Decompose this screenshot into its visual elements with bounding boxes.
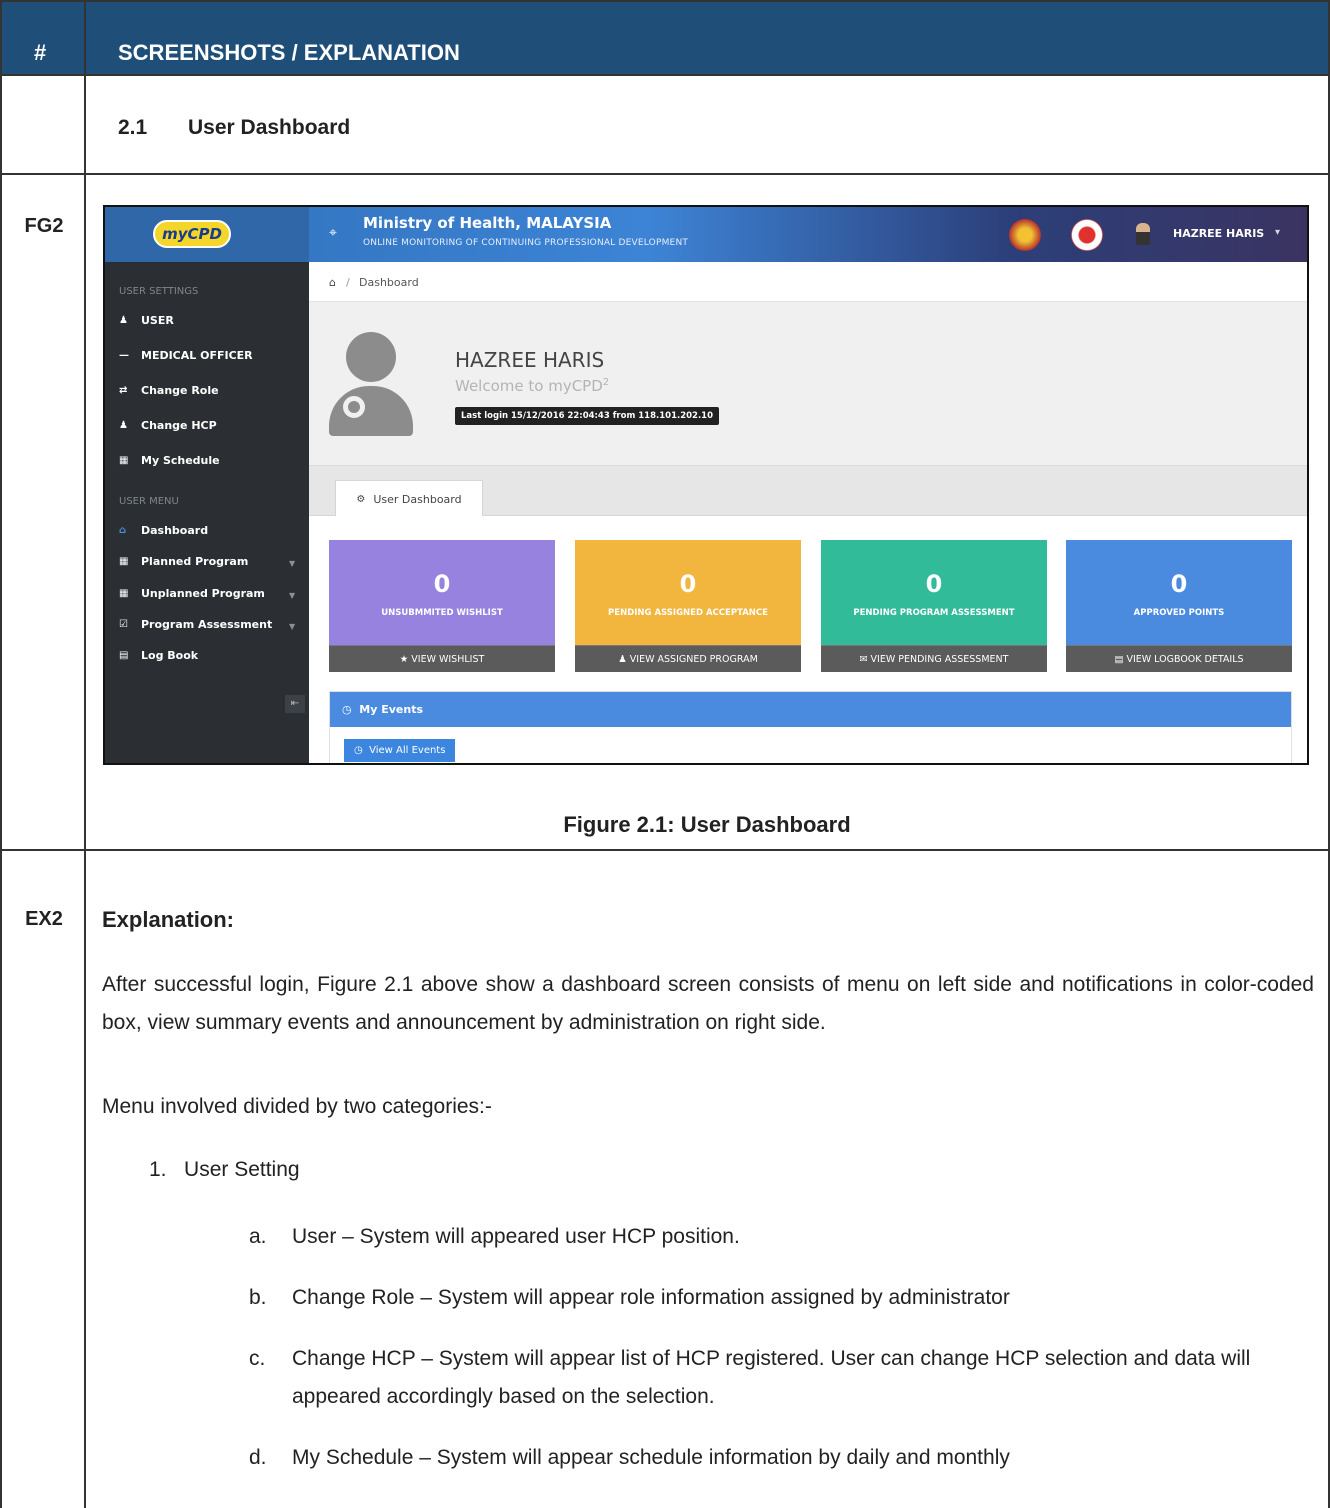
sub-item-change-hcp: c. Change HCP – System will appear list o…: [249, 1347, 1251, 1408]
table-header-row: # SCREENSHOTS / EXPLANATION: [2, 0, 1328, 76]
view-wishlist-button[interactable]: ★ VIEW WISHLIST: [329, 645, 555, 672]
sidebar-collapse-icon[interactable]: ⇤: [285, 695, 305, 713]
sidebar-item-my-schedule[interactable]: ▦ My Schedule: [119, 454, 220, 467]
malaysia-emblem-icon: [1009, 219, 1041, 251]
menu-toggle-icon[interactable]: ⌖: [329, 225, 337, 241]
book-icon: ▤: [119, 650, 129, 661]
check-square-icon: ☑: [119, 619, 128, 630]
stat-value: 0: [1170, 570, 1188, 598]
chevron-down-icon[interactable]: ▼: [289, 559, 295, 568]
stat-label: UNSUBMMITED WISHLIST: [381, 608, 503, 618]
book-icon: ▤: [1114, 654, 1124, 665]
caret-down-icon[interactable]: ▾: [1275, 227, 1280, 238]
dashboard-screenshot: myCPD ⌖ Ministry of Health, MALAYSIA ONL…: [103, 205, 1309, 765]
view-logbook-details-button[interactable]: ▤ VIEW LOGBOOK DETAILS: [1066, 645, 1292, 672]
sidebar-item-dashboard[interactable]: ⌂ Dashboard: [119, 524, 208, 537]
doctor-avatar-icon: [329, 332, 413, 436]
sub-item-change-role: b. Change Role – System will appear role …: [249, 1286, 1010, 1309]
stat-box-wishlist: 0 UNSUBMMITED WISHLIST ★ VIEW WISHLIST: [329, 540, 555, 672]
section-row: 2.1 User Dashboard: [2, 76, 1328, 175]
exchange-icon: ⇄: [119, 385, 128, 396]
stat-label: PENDING ASSIGNED ACCEPTANCE: [608, 608, 768, 618]
list-item-user-setting: 1. User Setting: [149, 1158, 300, 1181]
home-icon[interactable]: ⌂: [329, 276, 336, 289]
tab-user-dashboard[interactable]: ⚙ User Dashboard: [335, 480, 483, 517]
stat-box-assessment: 0 PENDING PROGRAM ASSESSMENT ✉ VIEW PENDI…: [821, 540, 1047, 672]
explanation-label: EX2: [25, 908, 63, 930]
explanation-row: EX2 Explanation: After successful login,…: [2, 851, 1328, 1508]
explanation-title: Explanation:: [102, 907, 235, 932]
calendar-icon: ▦: [119, 588, 129, 599]
chevron-down-icon[interactable]: ▼: [289, 591, 295, 600]
stat-label: PENDING PROGRAM ASSESSMENT: [853, 608, 1015, 618]
home-icon: ⌂: [119, 525, 127, 536]
star-icon: ★: [399, 654, 409, 665]
stat-value: 0: [925, 570, 943, 598]
profile-name: HAZREE HARIS: [455, 348, 605, 372]
sidebar-item-program-assessment[interactable]: ☑ Program Assessment: [119, 618, 272, 631]
stat-box-assigned: 0 PENDING ASSIGNED ACCEPTANCE ♟ VIEW ASSI…: [575, 540, 801, 672]
calendar-icon: ▦: [119, 556, 129, 567]
ministry-heart-logo-icon: [1071, 219, 1103, 251]
app-title: Ministry of Health, MALAYSIA: [363, 214, 612, 232]
user-icon: ♟: [618, 654, 627, 665]
stat-label: APPROVED POINTS: [1133, 608, 1225, 618]
my-events-panel: ◷ My Events ◷ View All Events: [329, 691, 1292, 763]
sidebar-item-change-hcp[interactable]: ♟ Change HCP: [119, 419, 217, 432]
dash-icon: —: [119, 350, 129, 361]
figure-caption: Figure 2.1: User Dashboard: [563, 812, 851, 837]
view-pending-assessment-button[interactable]: ✉ VIEW PENDING ASSESSMENT: [821, 645, 1047, 672]
breadcrumb-current: Dashboard: [359, 276, 419, 289]
sidebar-item-user[interactable]: ♟ USER: [119, 314, 174, 327]
sub-item-user: a. User – System will appeared user HCP p…: [249, 1225, 740, 1248]
section-title: 2.1 User Dashboard: [118, 116, 351, 139]
stat-box-points: 0 APPROVED POINTS ▤ VIEW LOGBOOK DETAILS: [1066, 540, 1292, 672]
mycpd-logo[interactable]: myCPD: [153, 220, 231, 248]
welcome-text: Welcome to myCPD2: [455, 377, 610, 395]
chevron-down-icon[interactable]: ▼: [289, 622, 295, 631]
sidebar-section-menu: USER MENU: [119, 496, 179, 507]
view-all-events-button[interactable]: ◷ View All Events: [344, 739, 456, 762]
clock-icon: ◷: [354, 745, 363, 756]
sidebar-item-log-book[interactable]: ▤ Log Book: [119, 649, 198, 662]
sidebar-item-unplanned-program[interactable]: ▦ Unplanned Program: [119, 587, 265, 600]
last-login-badge: Last login 15/12/2016 22:04:43 from 118.…: [455, 407, 720, 425]
user-icon: ♟: [119, 315, 128, 326]
sidebar-item-change-role[interactable]: ⇄ Change Role: [119, 384, 219, 397]
user-menu-name[interactable]: HAZREE HARIS: [1173, 227, 1264, 240]
app-subtitle: ONLINE MONITORING OF CONTINUING PROFESSI…: [363, 238, 689, 248]
calendar-icon: ▦: [119, 455, 129, 466]
dashboard-icon: ⚙: [356, 493, 366, 505]
clock-icon: ◷: [342, 703, 352, 716]
sidebar: USER SETTINGS ♟ USER — MEDICAL OFFICER ⇄ Ch…: [105, 262, 309, 763]
app-topbar: myCPD ⌖ Ministry of Health, MALAYSIA ONL…: [105, 207, 1307, 262]
breadcrumb: ⌂ / Dashboard: [309, 262, 1307, 302]
comments-icon: ✉: [859, 654, 868, 665]
menu-intro: Menu involved divided by two categories:…: [102, 1095, 492, 1118]
document-table: # SCREENSHOTS / EXPLANATION 2.1 User Dash…: [0, 0, 1330, 1508]
my-events-header: ◷ My Events: [330, 692, 1291, 727]
figure-label: FG2: [24, 215, 64, 237]
explanation-paragraph: After successful login, Figure 2.1 above…: [102, 973, 1314, 1034]
sidebar-item-medical-officer[interactable]: — MEDICAL OFFICER: [119, 349, 253, 362]
column-header: SCREENSHOTS / EXPLANATION: [118, 40, 460, 65]
figure-row: FG2 myCPD ⌖ Ministry of Health, MALAYSIA…: [2, 175, 1328, 851]
tab-bar: ⚙ User Dashboard: [309, 466, 1307, 517]
stat-value: 0: [679, 570, 697, 598]
profile-panel: HAZREE HARIS Welcome to myCPD2 Last logi…: [309, 302, 1307, 466]
view-assigned-program-button[interactable]: ♟ VIEW ASSIGNED PROGRAM: [575, 645, 801, 672]
hash-header: #: [34, 40, 47, 65]
users-icon: ♟: [119, 420, 128, 431]
sub-item-my-schedule: d. My Schedule – System will appear sched…: [249, 1446, 1010, 1469]
user-avatar-icon[interactable]: [1136, 223, 1150, 245]
main-content: ⌂ / Dashboard HAZREE HARIS Welcome to my…: [309, 262, 1307, 763]
dashboard-content: 0 UNSUBMMITED WISHLIST ★ VIEW WISHLIST 0 P…: [309, 516, 1307, 763]
sidebar-item-planned-program[interactable]: ▦ Planned Program: [119, 555, 248, 568]
stat-value: 0: [433, 570, 451, 598]
sidebar-section-settings: USER SETTINGS: [119, 286, 199, 297]
